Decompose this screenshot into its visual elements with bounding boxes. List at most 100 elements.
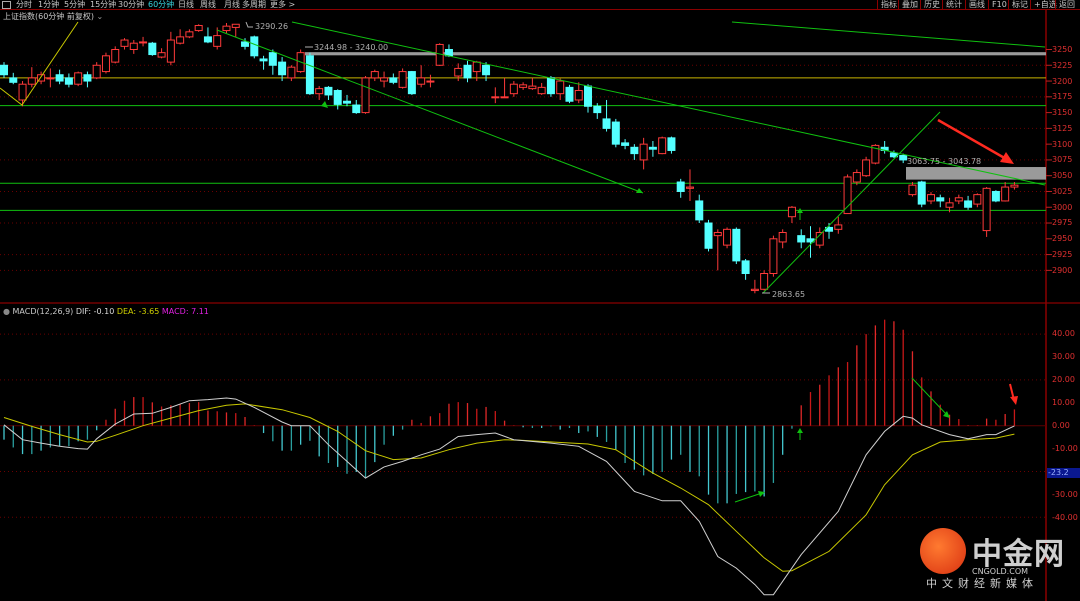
label-high: 3290.26 [255,22,289,31]
candle-down [83,74,92,82]
candle-down [389,77,398,83]
macd-trend-arrow [734,492,763,503]
candle-up [222,25,231,32]
candle-up [18,83,27,101]
candle-down [444,49,453,57]
candle-down [55,74,64,82]
macd-tick: -30.00 [1052,489,1078,499]
candle-down [621,142,630,146]
price-tick: 2900 [1052,265,1073,275]
macd-tick: -10.00 [1052,443,1078,453]
candle-down [241,41,250,47]
candle-up [315,88,324,95]
candle-up [491,96,500,99]
candle-up [945,202,954,208]
price-tick: 3225 [1052,60,1073,70]
candle-up [1010,184,1019,188]
candle-down [333,90,342,105]
candle-down [278,61,287,76]
candle-up [862,159,871,177]
candle-up [380,77,389,82]
candle-up [639,143,648,161]
candle-up [454,67,463,77]
candle-down [676,181,685,192]
candle-up [120,39,129,47]
macd-tick: 30.00 [1052,352,1075,362]
red-arrow-icon [937,118,1009,162]
candle-up [417,77,426,85]
candle-down [565,86,574,102]
candle-down [482,64,491,76]
candle-down [305,55,314,95]
macd-axis-cursor-value: -23.2 [1047,468,1080,478]
price-zone-box [906,167,1046,180]
candle-up [74,72,83,85]
candle-up [556,80,565,95]
candle-up [370,71,379,79]
price-tick: 3175 [1052,92,1073,102]
label-box: 3063.75 - 3043.78 [907,157,982,166]
candle-up [1001,186,1010,202]
macd-trend-arrow [911,377,948,416]
candle-up [834,224,843,230]
candle-down [630,146,639,155]
candle-down [463,64,472,79]
candle-down [268,52,277,66]
price-tick: 3200 [1052,76,1073,86]
candle-down [741,260,750,275]
candle-up [750,288,759,292]
candle-up [685,186,694,189]
candle-down [936,197,945,202]
red-arrow-head-icon [1010,396,1018,405]
price-tick: 3250 [1052,45,1073,54]
candle-down [584,85,593,107]
candle-up [927,194,935,202]
candle-up [129,42,138,50]
candle-up [723,228,732,246]
macd-dea: DEA: -3.65 [116,307,160,316]
candle-up [500,96,509,99]
watermark-logo: 中金网 CNGOLD.COM 中文财经新媒体 [920,525,1080,601]
price-tick: 2950 [1052,234,1073,244]
price-tick: 3150 [1052,108,1073,118]
label-low: 2863.65 [772,290,806,299]
candle-up [157,52,166,58]
macd-tick: 20.00 [1052,375,1075,385]
candle-down [148,42,157,56]
logo-slogan: 中文财经新媒体 [926,577,1038,590]
macd-legend: ● MACD(12,26,9) DIF: -0.10 DEA: -3.65 MA… [3,307,209,316]
candle-down [352,104,361,114]
label-leader [245,21,253,28]
candle-up [973,194,982,205]
candle-down [991,190,1000,202]
dea-line [3,403,1015,572]
candle-up [27,77,36,85]
price-tick: 3000 [1052,202,1073,212]
candle-up [185,31,194,38]
candle-down [704,222,713,249]
settings-icon[interactable]: ● [3,307,10,316]
candle-down [593,105,602,114]
candle-down [732,228,741,262]
candle-up [778,231,787,243]
price-tick: 2925 [1052,250,1073,259]
up-arrow-icon [797,428,803,433]
candle-down [797,235,806,243]
candle-up [982,187,991,232]
candle-up [101,55,110,73]
price-tick: 3050 [1052,171,1073,181]
price-tick: 3100 [1052,139,1073,149]
candle-down [667,137,676,151]
trend-line [731,21,1046,48]
macd-dif: DIF: -0.10 [75,307,115,316]
candle-up [760,273,769,290]
candle-up [954,197,963,202]
candle-up [176,36,185,44]
candle-up [908,184,917,196]
macd-tick: 0.00 [1052,421,1070,430]
candle-down [917,181,926,205]
candle-down [648,146,657,150]
macd-tick: 40.00 [1052,329,1075,339]
candle-up [852,172,861,183]
candle-down [9,77,18,83]
